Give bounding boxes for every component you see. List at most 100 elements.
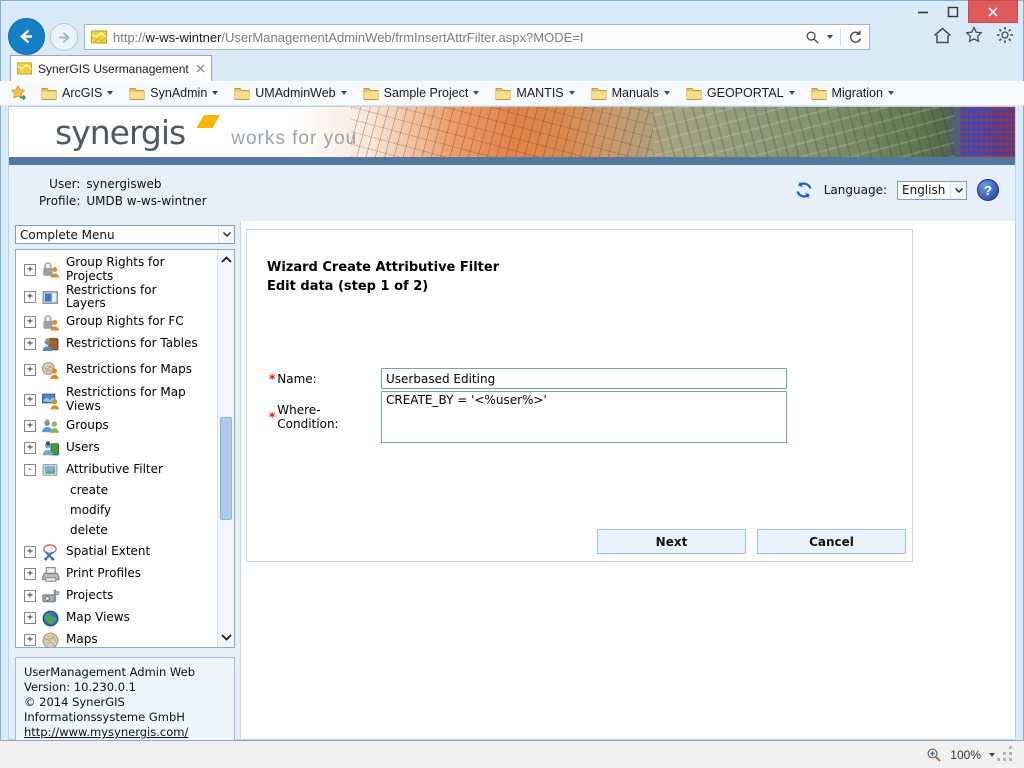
banner-aerial-texture bbox=[653, 107, 955, 157]
favorites-folder-mantis[interactable]: MANTIS bbox=[491, 84, 582, 102]
zoom-options-caret-icon[interactable] bbox=[989, 753, 995, 757]
where-condition-textarea[interactable]: CREATE_BY = '<%user%>' bbox=[381, 391, 787, 443]
tree-item-create[interactable]: create bbox=[24, 481, 234, 501]
back-button[interactable] bbox=[8, 18, 45, 55]
wizard-form: *Name: *Where-Condition: CREATE_BY = '<%… bbox=[247, 368, 912, 445]
banner-raster-texture bbox=[960, 107, 1015, 157]
tree-item-restrictions-map-views[interactable]: + Restrictions for Map Views bbox=[24, 385, 234, 415]
name-input[interactable] bbox=[381, 368, 787, 389]
expand-toggle[interactable]: + bbox=[24, 590, 36, 602]
reload-profile-icon[interactable] bbox=[794, 180, 814, 200]
favorites-folder-sample-project[interactable]: Sample Project bbox=[359, 84, 488, 102]
close-button[interactable] bbox=[968, 0, 1018, 23]
forward-button[interactable] bbox=[50, 23, 78, 51]
menu-filter-select[interactable]: Complete Menu bbox=[15, 225, 235, 244]
favorites-folder-arcgis[interactable]: ArcGIS bbox=[37, 84, 121, 102]
expand-toggle[interactable]: + bbox=[24, 612, 36, 624]
zoom-magnifier-icon[interactable] bbox=[926, 747, 942, 763]
name-label: *Name: bbox=[269, 368, 381, 389]
tree-item-group-rights-projects[interactable]: + Group Rights for Projects bbox=[24, 256, 234, 284]
language-select[interactable]: English bbox=[897, 181, 967, 200]
maximize-button[interactable] bbox=[938, 0, 968, 23]
scrollbar-thumb[interactable] bbox=[220, 417, 232, 520]
favorites-folder-migration[interactable]: Migration bbox=[807, 84, 902, 102]
profile-value: UMDB w-ws-wintner bbox=[86, 194, 206, 208]
main-content: Wizard Create Attributive Filter Edit da… bbox=[241, 221, 1015, 739]
tree-item-restrictions-tables[interactable]: + Restrictions for Tables bbox=[24, 333, 234, 355]
map-icon bbox=[41, 631, 61, 648]
folder-icon bbox=[495, 87, 511, 100]
expand-toggle[interactable]: + bbox=[24, 338, 36, 350]
cancel-button[interactable]: Cancel bbox=[757, 529, 906, 554]
tree-item-maps[interactable]: + Maps bbox=[24, 629, 234, 648]
favorites-star-icon[interactable] bbox=[965, 26, 983, 44]
settings-gear-icon[interactable] bbox=[996, 26, 1014, 44]
users-icon bbox=[41, 439, 61, 458]
expand-toggle[interactable]: + bbox=[24, 442, 36, 454]
expand-toggle[interactable]: + bbox=[24, 291, 36, 303]
select-caret-icon bbox=[950, 182, 966, 199]
search-icon[interactable] bbox=[805, 30, 820, 45]
expand-toggle[interactable]: + bbox=[24, 264, 36, 276]
tree-item-projects[interactable]: + Projects bbox=[24, 585, 234, 607]
site-favicon-icon bbox=[91, 30, 107, 44]
expand-toggle[interactable]: + bbox=[24, 634, 36, 646]
help-icon[interactable]: ? bbox=[977, 179, 999, 201]
tree-item-restrictions-maps[interactable]: + Restrictions for Maps bbox=[24, 355, 234, 385]
app-name: UserManagement Admin Web bbox=[24, 665, 226, 680]
navigation-bar: http://w-ws-wintner/UserManagementAdminW… bbox=[0, 22, 1024, 54]
minimize-icon bbox=[917, 6, 929, 18]
select-caret-icon bbox=[218, 226, 234, 243]
scroll-down-icon[interactable] bbox=[218, 634, 234, 641]
copyright: © 2014 SynerGIS bbox=[24, 695, 226, 710]
folder-icon bbox=[41, 87, 57, 100]
expand-toggle[interactable]: + bbox=[24, 420, 36, 432]
tree-item-modify[interactable]: modify bbox=[24, 501, 234, 521]
tab-close-icon[interactable] bbox=[196, 64, 205, 73]
wizard-panel: Wizard Create Attributive Filter Edit da… bbox=[246, 229, 913, 562]
home-icon[interactable] bbox=[933, 27, 952, 44]
favorites-folder-synadmin[interactable]: SynAdmin bbox=[125, 84, 226, 102]
url-text: http://w-ws-wintner/UserManagementAdminW… bbox=[113, 30, 583, 45]
expand-toggle[interactable]: + bbox=[24, 546, 36, 558]
user-info: User: synergisweb Profile: UMDB w-ws-win… bbox=[39, 177, 207, 208]
scroll-up-icon[interactable] bbox=[218, 256, 234, 263]
language-label: Language: bbox=[824, 183, 887, 197]
add-favorite-star-icon[interactable] bbox=[10, 85, 29, 102]
minimize-button[interactable] bbox=[908, 0, 938, 23]
collapse-toggle[interactable]: - bbox=[24, 464, 36, 476]
folder-icon bbox=[811, 87, 827, 100]
tree-item-spatial-extent[interactable]: + Spatial Extent bbox=[24, 541, 234, 563]
tree-item-group-rights-fc[interactable]: + Group Rights for FC bbox=[24, 311, 234, 333]
search-options-caret-icon[interactable] bbox=[827, 35, 833, 39]
folder-icon bbox=[129, 87, 145, 100]
tree-item-groups[interactable]: + Groups bbox=[24, 415, 234, 437]
picture-icon bbox=[41, 461, 61, 480]
tree-scrollbar[interactable] bbox=[217, 250, 234, 647]
resize-grip[interactable] bbox=[1009, 746, 1012, 749]
synergis-link[interactable]: http://www.mysynergis.com/ bbox=[24, 725, 188, 739]
expand-toggle[interactable]: + bbox=[24, 394, 36, 406]
tree-item-delete[interactable]: delete bbox=[24, 521, 234, 541]
address-bar[interactable]: http://w-ws-wintner/UserManagementAdminW… bbox=[84, 24, 870, 50]
app-version-box: UserManagement Admin Web Version: 10.230… bbox=[15, 657, 235, 748]
globe-icon bbox=[41, 609, 61, 628]
favorites-folder-manuals[interactable]: Manuals bbox=[587, 84, 678, 102]
expand-toggle[interactable]: + bbox=[24, 364, 36, 376]
expand-toggle[interactable]: + bbox=[24, 568, 36, 580]
favorites-bar: ArcGIS SynAdmin UMAdminWeb Sample Projec… bbox=[0, 81, 1024, 106]
zoom-level[interactable]: 100% bbox=[950, 748, 981, 762]
favorites-folder-geoportal[interactable]: GEOPORTAL bbox=[682, 84, 803, 102]
refresh-icon[interactable] bbox=[848, 30, 863, 45]
dropdown-caret-icon bbox=[473, 91, 479, 95]
next-button[interactable]: Next bbox=[597, 529, 746, 554]
expand-toggle[interactable]: + bbox=[24, 316, 36, 328]
user-value: synergisweb bbox=[86, 177, 206, 191]
tree-item-attributive-filter[interactable]: - Attributive Filter bbox=[24, 459, 234, 481]
browser-tab[interactable]: SynerGIS Usermanagement ... bbox=[10, 55, 212, 81]
tree-item-users[interactable]: + Users bbox=[24, 437, 234, 459]
tree-item-restrictions-layers[interactable]: + Restrictions for Layers bbox=[24, 284, 234, 312]
tree-item-print-profiles[interactable]: + Print Profiles bbox=[24, 563, 234, 585]
tree-item-map-views[interactable]: + Map Views bbox=[24, 607, 234, 629]
favorites-folder-umadminweb[interactable]: UMAdminWeb bbox=[230, 84, 354, 102]
